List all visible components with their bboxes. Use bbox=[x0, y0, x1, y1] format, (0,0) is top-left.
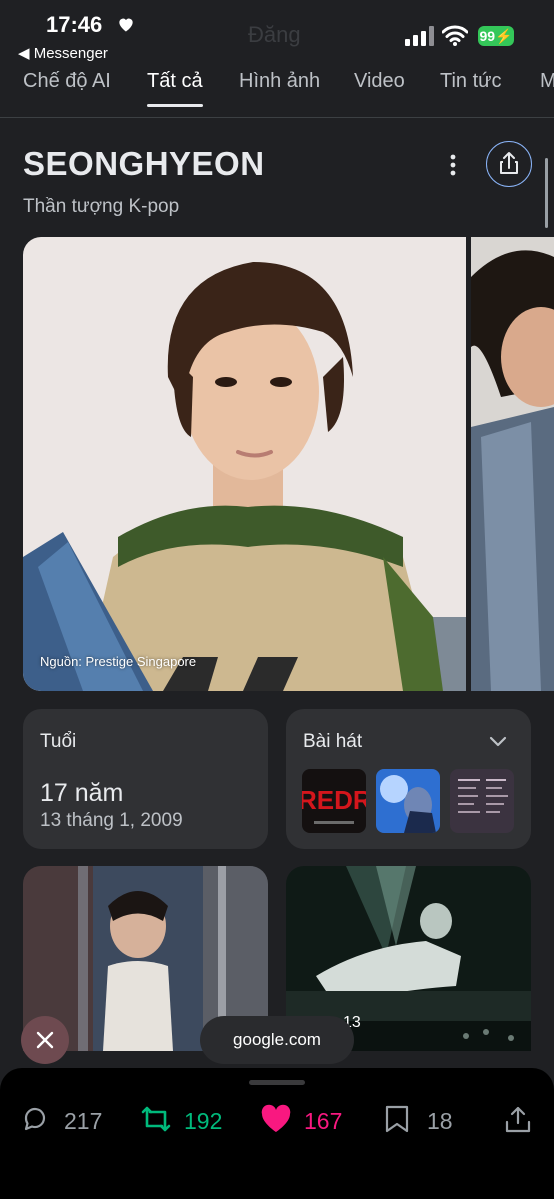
portrait-photo bbox=[23, 237, 466, 691]
signal-icon bbox=[405, 26, 434, 46]
close-icon bbox=[36, 1031, 54, 1049]
secondary-photo[interactable] bbox=[471, 237, 554, 691]
tab-videos[interactable]: Video bbox=[354, 70, 405, 93]
close-button[interactable] bbox=[21, 1016, 69, 1064]
image-source-caption: Nguồn: Prestige Singapore bbox=[40, 654, 197, 669]
entity-title: SEONGHYEON bbox=[23, 145, 265, 182]
repost-count: 192 bbox=[184, 1108, 223, 1134]
bookmark-icon bbox=[385, 1105, 409, 1133]
share-icon bbox=[500, 152, 518, 174]
drag-handle[interactable] bbox=[249, 1080, 305, 1085]
birth-date: 13 tháng 1, 2009 bbox=[40, 810, 183, 831]
url-pill[interactable]: google.com bbox=[200, 1016, 354, 1064]
chevron-down-icon[interactable] bbox=[486, 729, 510, 753]
album-cover-redred[interactable]: REDRED bbox=[302, 769, 366, 833]
reply-icon bbox=[24, 1107, 46, 1131]
tab-all[interactable]: Tất cả bbox=[147, 70, 203, 107]
album-cover-photo[interactable] bbox=[376, 769, 440, 833]
back-to-messenger-link[interactable]: ◀ Messenger bbox=[18, 44, 108, 62]
share-button[interactable] bbox=[486, 141, 532, 187]
songs-label: Bài hát bbox=[303, 731, 363, 752]
repost-button[interactable]: 192 bbox=[140, 1104, 230, 1136]
charging-bolt-icon: ⚡ bbox=[495, 28, 513, 44]
upload-share-icon bbox=[505, 1106, 531, 1133]
bookmark-count: 18 bbox=[427, 1108, 453, 1134]
reply-button[interactable]: 217 bbox=[20, 1104, 110, 1136]
album-cover-tracklist[interactable] bbox=[450, 769, 514, 833]
tab-images[interactable]: Hình ảnh bbox=[239, 70, 320, 93]
bookmark-button[interactable]: 18 bbox=[383, 1104, 463, 1136]
heart-icon bbox=[119, 18, 133, 32]
like-button[interactable]: 167 bbox=[260, 1104, 350, 1136]
age-value: 17 năm bbox=[40, 779, 124, 807]
tab-news[interactable]: Tin tức bbox=[440, 70, 502, 93]
more-options-icon[interactable] bbox=[440, 150, 466, 180]
share-post-button[interactable] bbox=[503, 1104, 533, 1136]
secondary-portrait bbox=[471, 237, 554, 691]
songs-card[interactable]: Bài hát REDRED bbox=[286, 709, 531, 849]
heart-filled-icon bbox=[261, 1104, 291, 1132]
age-label: Tuổi bbox=[40, 731, 77, 752]
status-time: 17:46 bbox=[46, 12, 103, 37]
scroll-indicator bbox=[545, 158, 548, 228]
tab-more[interactable]: M bbox=[540, 70, 554, 93]
main-photo[interactable] bbox=[23, 237, 466, 691]
age-card[interactable]: Tuổi 17 năm 13 tháng 1, 2009 bbox=[23, 709, 268, 849]
album-art bbox=[450, 769, 514, 833]
album-art-wordmark: REDRED bbox=[302, 785, 366, 815]
tab-ai-mode[interactable]: Chế độ AI bbox=[23, 70, 111, 93]
battery-indicator: 99⚡ bbox=[478, 26, 514, 46]
battery-level: 99 bbox=[479, 28, 496, 44]
tab-all-label: Tất cả bbox=[147, 70, 203, 92]
active-tab-underline bbox=[147, 104, 203, 107]
album-art: REDRED bbox=[302, 769, 366, 833]
status-bar: 17:46 ◀ Messenger Đăng 99⚡ bbox=[0, 0, 554, 66]
search-tabs: Chế độ AI Tất cả Hình ảnh Video Tin tức … bbox=[0, 66, 554, 118]
entity-subtitle: Thần tượng K-pop bbox=[23, 196, 180, 217]
like-count: 167 bbox=[304, 1108, 343, 1134]
faded-title: Đăng bbox=[248, 22, 301, 47]
post-action-bar: 217 192 167 18 bbox=[0, 1068, 554, 1199]
repost-icon bbox=[141, 1106, 171, 1132]
album-art bbox=[376, 769, 440, 833]
reply-count: 217 bbox=[64, 1108, 103, 1134]
wifi-icon bbox=[442, 25, 468, 46]
